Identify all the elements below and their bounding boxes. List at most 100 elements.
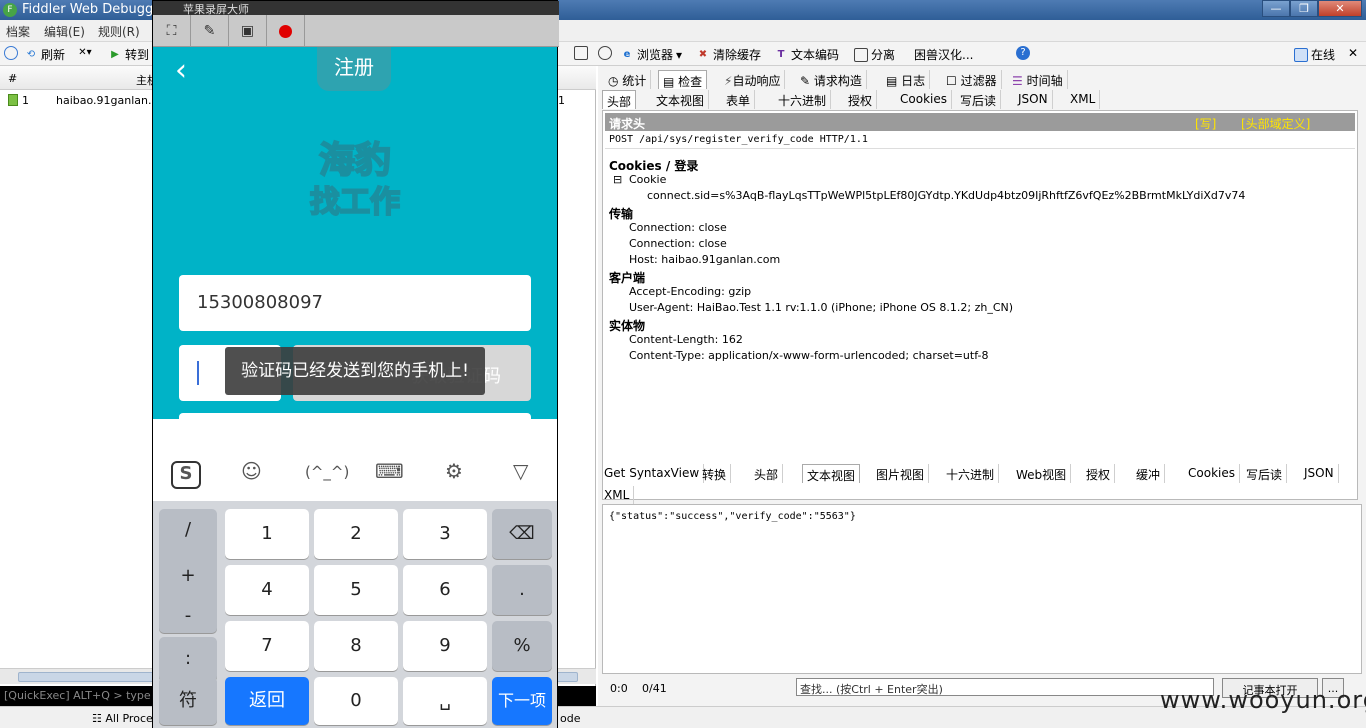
split-button[interactable]: 分离	[854, 46, 895, 63]
resp-tab-webview[interactable]: Web视图	[1012, 464, 1072, 483]
req-tab-json[interactable]: JSON	[1014, 90, 1053, 109]
clear-cache-button[interactable]: ✖ 清除缓存	[696, 46, 761, 63]
key-4[interactable]: 4	[225, 565, 309, 615]
goto-button[interactable]: ▶ 转到	[108, 46, 149, 63]
req-tab-headers[interactable]: 头部	[602, 90, 637, 109]
key-8[interactable]: 8	[314, 621, 398, 671]
key-back[interactable]: 返回	[225, 677, 309, 725]
key-space[interactable]: ␣	[403, 677, 487, 725]
collapse-keyboard-icon[interactable]: ▽	[513, 459, 528, 483]
kaomoji-icon[interactable]: (^_^)	[305, 463, 349, 481]
sogou-icon[interactable]: S	[171, 461, 201, 489]
delete-key[interactable]: ⌫	[492, 509, 552, 559]
resp-tab-json[interactable]: JSON	[1300, 464, 1339, 483]
key-colon[interactable]: :	[159, 637, 217, 681]
keyboard-icon[interactable]: ⌨	[375, 459, 404, 483]
key-slash[interactable]: /	[159, 519, 217, 540]
record-button[interactable]	[267, 15, 305, 47]
menu-rules[interactable]: 规则(R)	[98, 23, 140, 40]
req-tab-raw[interactable]: 写后读	[956, 90, 1002, 109]
pin-button[interactable]: ✎	[191, 15, 229, 47]
req-tab-textview[interactable]: 文本视图	[652, 90, 710, 109]
maximize-button[interactable]: ❐	[1290, 0, 1318, 17]
key-2[interactable]: 2	[314, 509, 398, 559]
req-tab-cookies[interactable]: Cookies	[896, 90, 952, 109]
tab-timeline[interactable]: ☰ 时间轴	[1008, 70, 1068, 89]
req-tab-auth[interactable]: 授权	[844, 90, 878, 109]
resp-tab-xml[interactable]: XML	[600, 486, 635, 505]
header-definitions-link[interactable]: [头部域定义]	[1241, 115, 1310, 132]
fullscreen-button[interactable]: ⛶	[153, 15, 191, 47]
text-encode-button[interactable]: T 文本编码	[774, 46, 839, 63]
key-3[interactable]: 3	[403, 509, 487, 559]
keyboard-toolbar: S ☺ (^_^) ⌨ ⚙ ▽	[153, 419, 557, 501]
checkbox-icon: ☐	[946, 74, 961, 88]
tab-filters-label: 过滤器	[960, 74, 997, 88]
resp-tab-hex[interactable]: 十六进制	[942, 464, 1000, 483]
menu-edit[interactable]: 编辑(E)	[44, 23, 85, 40]
response-body-panel[interactable]: {"status":"success","verify_code":"5563"…	[602, 504, 1362, 674]
header-item: Connection: close	[629, 221, 727, 234]
resp-tab-auth[interactable]: 授权	[1082, 464, 1116, 483]
req-tab-hex[interactable]: 十六进制	[774, 90, 832, 109]
screenshot-button[interactable]	[574, 46, 588, 60]
phone-number-input[interactable]: 15300808097	[179, 275, 531, 331]
logo-text-bottom: 找工作	[309, 184, 401, 221]
tab-filters[interactable]: ☐ 过滤器	[942, 70, 1002, 89]
key-next[interactable]: 下一项	[492, 677, 552, 725]
inspector-pane: ◷ 统计 ▤ 检查 ⚡自动响应 ✎ 请求构造 ▤ 日志 ☐ 过滤器 ☰ 时间轴 …	[598, 66, 1366, 706]
key-plus[interactable]: +	[159, 565, 217, 586]
back-arrow-icon[interactable]: ‹	[175, 53, 195, 88]
col-num[interactable]: #	[8, 72, 17, 85]
tab-log[interactable]: ▤ 日志	[882, 70, 931, 89]
resp-tab-headers[interactable]: 头部	[750, 464, 784, 483]
emoji-icon[interactable]: ☺	[241, 459, 262, 483]
key-1[interactable]: 1	[225, 509, 309, 559]
key-7[interactable]: 7	[225, 621, 309, 671]
key-0[interactable]: 0	[314, 677, 398, 725]
toolbar-close-button[interactable]: ✕	[1348, 46, 1358, 60]
tab-statistics[interactable]: ◷ 统计	[604, 70, 652, 89]
key-dot[interactable]: .	[492, 565, 552, 615]
request-tabs: 头部 文本视图 表单 十六进制 授权 Cookies 写后读 JSON XML	[598, 88, 1366, 110]
tab-inspectors-label: 检查	[678, 75, 703, 89]
key-percent[interactable]: %	[492, 621, 552, 671]
settings-icon[interactable]: ⚙	[445, 459, 463, 483]
key-5[interactable]: 5	[314, 565, 398, 615]
key-symbol[interactable]: 符	[159, 677, 217, 725]
resp-tab-transformer[interactable]: 转换	[698, 464, 732, 483]
raw-link[interactable]: [写]	[1195, 115, 1216, 132]
minimize-button[interactable]: —	[1262, 0, 1290, 17]
refresh-button[interactable]: ⟲ 刷新	[24, 46, 65, 63]
eraser-icon: ✖	[698, 48, 708, 60]
collapse-icon[interactable]: ⊟	[613, 173, 622, 186]
hanhua-button[interactable]: 困兽汉化...	[914, 46, 973, 63]
tab-inspectors[interactable]: ▤ 检查	[658, 70, 708, 89]
close-button[interactable]: ✕	[1318, 0, 1362, 17]
key-minus[interactable]: -	[159, 605, 217, 626]
key-9[interactable]: 9	[403, 621, 487, 671]
find-input[interactable]: 查找... (按Ctrl + Enter突出)	[796, 678, 1214, 696]
menu-file[interactable]: 档案	[6, 23, 30, 40]
resp-tab-cookies[interactable]: Cookies	[1184, 464, 1240, 483]
resp-tab-imageview[interactable]: 图片视图	[872, 464, 930, 483]
resp-tab-caching[interactable]: 缓冲	[1132, 464, 1166, 483]
help-button[interactable]: ?	[1016, 46, 1030, 60]
screenshot-tool-button[interactable]: ▣	[229, 15, 267, 47]
req-tab-webforms[interactable]: 表单	[722, 90, 756, 109]
tab-composer[interactable]: ✎ 请求构造	[796, 70, 867, 89]
req-tab-xml[interactable]: XML	[1066, 90, 1101, 109]
resp-tab-textview[interactable]: 文本视图	[802, 464, 861, 483]
resp-tab-syntaxview[interactable]: Get SyntaxView	[600, 464, 705, 483]
key-6[interactable]: 6	[403, 565, 487, 615]
app-title: Fiddler Web Debugger	[22, 2, 167, 17]
phone-mirror-window: 苹果录屏大师 ⛶ ✎ ▣ ‹ 注册 海豹 找工作 15300808097 获取验…	[152, 0, 559, 728]
timer-button[interactable]	[598, 46, 612, 60]
online-button[interactable]: 在线	[1294, 46, 1335, 63]
remove-button[interactable]: ✕▾	[78, 46, 92, 60]
tab-autoresponder[interactable]: ⚡自动响应	[720, 70, 786, 89]
symbol-list[interactable]: / + -	[159, 509, 217, 633]
browser-button[interactable]: e 浏览器 ▾	[620, 46, 682, 63]
comment-button[interactable]	[4, 46, 18, 60]
resp-tab-raw[interactable]: 写后读	[1242, 464, 1288, 483]
